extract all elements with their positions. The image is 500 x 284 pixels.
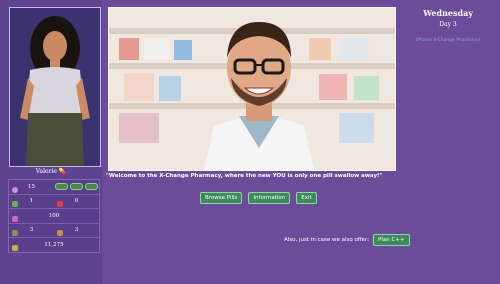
character-name-label: Valerie	[35, 168, 57, 175]
stat-value: 1	[29, 198, 34, 205]
pill-buttons	[54, 183, 99, 191]
dialogue-text: "Welcome to the X-Change Pharmacy, where…	[106, 173, 383, 179]
pill-button[interactable]	[85, 183, 98, 191]
pill-button[interactable]	[55, 183, 68, 191]
female-icon	[12, 186, 18, 193]
stat-cell: 0	[54, 198, 99, 208]
stat-cell: 15	[9, 183, 54, 193]
strength-icon	[12, 201, 18, 208]
bag-icon	[57, 230, 63, 237]
exit-button[interactable]: Exit	[296, 192, 317, 204]
stat-row: 3 3	[9, 224, 99, 238]
day-name: Wednesday	[423, 8, 473, 18]
stat-value: 100	[48, 212, 60, 219]
plan-c-button[interactable]: Plan C++	[373, 234, 410, 246]
stat-value: 11,275	[44, 241, 64, 248]
lust-icon	[12, 215, 18, 222]
stat-cell: 3	[9, 227, 54, 237]
character-portrait	[9, 7, 101, 167]
action-buttons: Browse Pills Information Exit	[200, 192, 317, 204]
pharmacist-image	[108, 7, 396, 171]
stat-value: 15	[28, 183, 35, 190]
offer-row: Also, just in case we also offer: Plan C…	[284, 234, 410, 246]
location-link[interactable]: (Pharm X-Change Pharmacy)	[400, 38, 496, 43]
stat-value: 0	[74, 198, 79, 205]
calendar-panel: Wednesday Day 3 (Pharm X-Change Pharmacy…	[400, 8, 496, 43]
pill-button[interactable]	[70, 183, 83, 191]
stat-row: 1 0	[9, 195, 99, 209]
stats-panel: 15 1 0 100 3 3 11,275	[8, 179, 100, 253]
pill-icon: 💊	[58, 168, 67, 175]
stat-cell: 11,275	[9, 241, 99, 251]
stat-row: 15	[9, 180, 99, 195]
cash-icon	[12, 230, 18, 237]
heart-icon	[57, 201, 63, 208]
information-button[interactable]: Information	[248, 192, 291, 204]
stat-row: 100	[9, 209, 99, 224]
day-number: Day 3	[439, 21, 457, 28]
money-icon	[12, 244, 18, 251]
stat-cell: 3	[54, 227, 99, 237]
stat-value: 3	[29, 227, 34, 234]
sidebar: Valerie 💊 15 1 0 100 3 3 11,275	[0, 0, 102, 284]
browse-pills-button[interactable]: Browse Pills	[200, 192, 243, 204]
stat-cell: 1	[9, 198, 54, 208]
stat-row: 11,275	[9, 238, 99, 252]
stat-cell: 100	[9, 212, 99, 222]
stat-value: 3	[74, 227, 79, 234]
offer-text: Also, just in case we also offer:	[284, 237, 370, 243]
character-name: Valerie 💊	[0, 168, 102, 175]
